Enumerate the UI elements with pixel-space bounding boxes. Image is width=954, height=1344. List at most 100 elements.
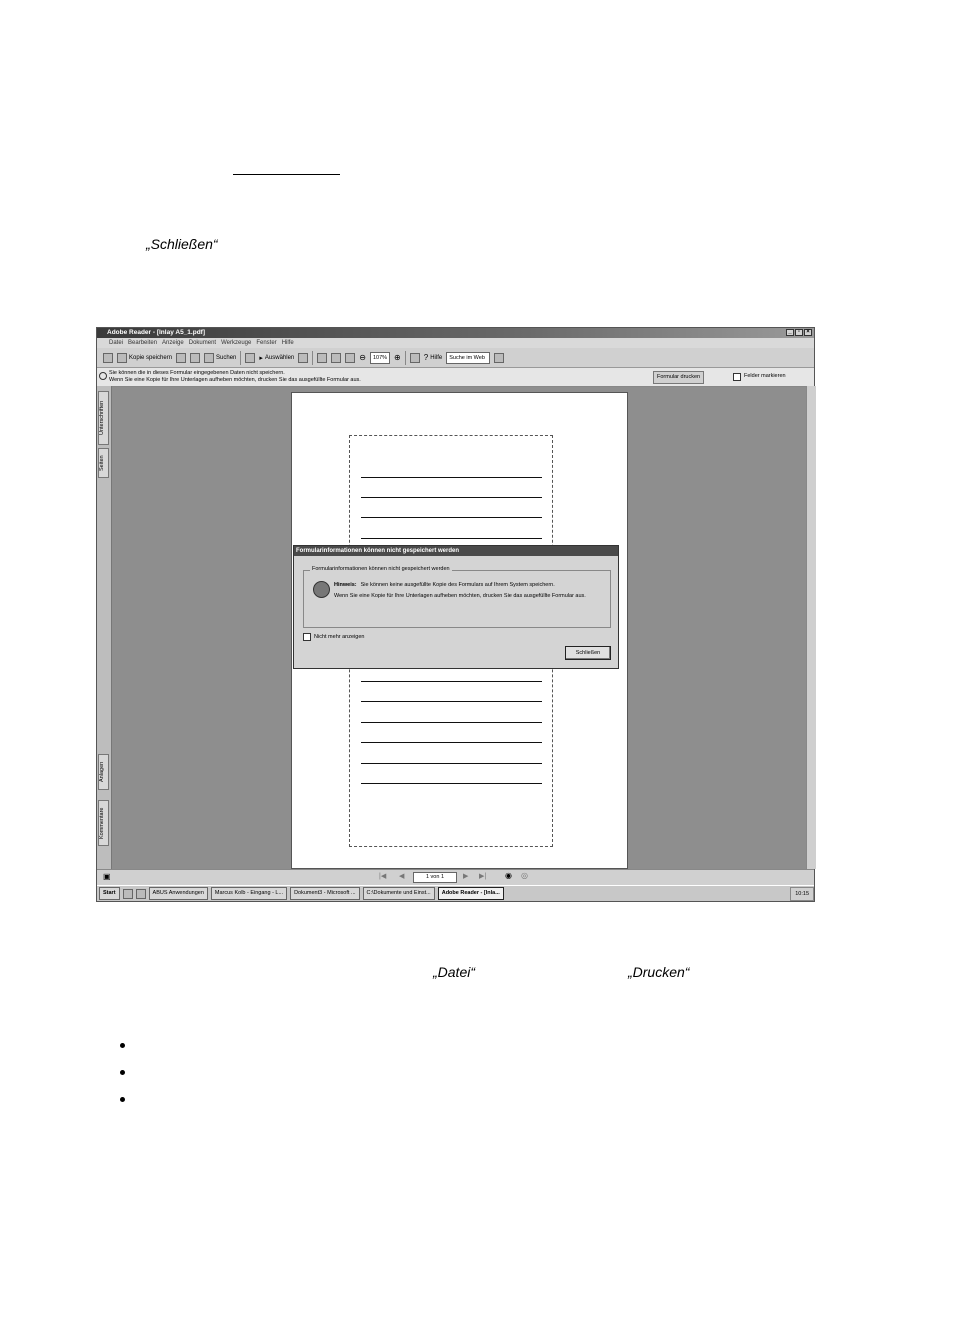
- vertical-scrollbar[interactable]: [806, 386, 816, 869]
- system-tray: 10:15: [790, 886, 814, 901]
- menu-bearbeiten[interactable]: Bearbeiten: [128, 340, 157, 346]
- form-line[interactable]: [361, 763, 542, 764]
- task-abus[interactable]: ABUS Anwendungen: [148, 887, 208, 900]
- drucken-quote: „Drucken“: [628, 964, 690, 980]
- open-icon[interactable]: [103, 352, 113, 363]
- menu-datei[interactable]: Datei: [109, 340, 123, 346]
- toolbar: Kopie speichern Suchen ▸ Auswählen ⊖ 107%…: [97, 348, 814, 368]
- menu-werkzeuge[interactable]: Werkzeuge: [221, 340, 251, 346]
- zoom-field[interactable]: 107%: [369, 351, 391, 364]
- zoom-out-icon[interactable]: ⊖: [359, 353, 366, 362]
- web-search-input[interactable]: Suche im Web: [446, 351, 491, 364]
- dialog-title: Formularinformationen können nicht gespe…: [294, 546, 618, 556]
- help-label: Hilfe: [430, 354, 443, 361]
- form-line[interactable]: [361, 681, 542, 682]
- form-line[interactable]: [361, 517, 542, 518]
- form-line[interactable]: [361, 783, 542, 784]
- hint-label: Hinweis:: [334, 582, 357, 588]
- form-line[interactable]: [361, 722, 542, 723]
- search-label: Suchen: [216, 354, 237, 361]
- task-adobe-reader[interactable]: Adobe Reader - [Inla...: [437, 887, 504, 900]
- status-bar: ▣ |◀ ◀ 1 von 1 ▶ ▶| ◉ ◎: [97, 869, 814, 885]
- page-number-field[interactable]: 1 von 1: [413, 872, 457, 883]
- close-window-button[interactable]: ×: [804, 329, 812, 336]
- hand-tool-icon[interactable]: [245, 352, 256, 363]
- bullet-point: [120, 1043, 125, 1048]
- windows-taskbar: Start ABUS Anwendungen Marcus Kolb - Ein…: [97, 885, 814, 901]
- back-icon[interactable]: ◉: [505, 871, 512, 880]
- form-line[interactable]: [361, 538, 542, 539]
- minimize-button[interactable]: _: [786, 329, 794, 336]
- quicklaunch-icon[interactable]: [122, 888, 133, 899]
- forward-icon[interactable]: ◎: [521, 871, 528, 880]
- form-line[interactable]: [361, 701, 542, 702]
- print-icon[interactable]: [176, 352, 187, 363]
- save-copy-button[interactable]: Kopie speichern: [117, 352, 173, 363]
- dont-show-again-label: Nicht mehr anzeigen: [314, 634, 365, 640]
- dialog-group-title: Formularinformationen können nicht gespe…: [310, 566, 452, 572]
- dialog-text: Wenn Sie eine Kopie für Ihre Unterlagen …: [334, 593, 586, 599]
- next-page-icon[interactable]: ▶: [463, 872, 468, 880]
- prev-page-icon[interactable]: ◀: [399, 872, 404, 880]
- zoom-in-icon[interactable]: ⊕: [394, 353, 401, 362]
- first-page-icon[interactable]: |◀: [379, 872, 386, 880]
- tab-attachments[interactable]: Anlagen: [98, 754, 109, 790]
- fit-width-icon[interactable]: [345, 352, 356, 363]
- start-button[interactable]: Start: [99, 887, 120, 900]
- tab-comments[interactable]: Kommentare: [98, 800, 109, 846]
- quicklaunch-icon[interactable]: [135, 888, 146, 899]
- form-info-icon: [99, 372, 107, 380]
- toolbar-separator: [240, 350, 242, 365]
- schliessen-quote: „Schließen“: [146, 236, 218, 252]
- datei-quote: „Datei“: [433, 964, 476, 980]
- print-form-button[interactable]: Formular drucken: [653, 371, 705, 384]
- bullet-point: [120, 1070, 125, 1075]
- menu-anzeige[interactable]: Anzeige: [162, 340, 184, 346]
- page-layout-icon[interactable]: ▣: [103, 872, 111, 881]
- task-word[interactable]: Dokument3 - Microsoft ...: [290, 887, 360, 900]
- title-bar: Adobe Reader - [Inlay A5_1.pdf] _ ▫ ×: [97, 328, 814, 338]
- checkbox-icon: [303, 633, 311, 641]
- dont-show-again-checkbox[interactable]: Nicht mehr anzeigen: [303, 633, 364, 641]
- save-copy-label: Kopie speichern: [129, 354, 173, 361]
- tab-pages[interactable]: Seiten: [98, 448, 109, 478]
- select-tool-button[interactable]: ▸ Auswählen: [259, 354, 294, 362]
- warning-icon: [313, 581, 330, 598]
- binoculars-icon: [204, 352, 215, 363]
- tab-signatures[interactable]: Unterschriften: [98, 391, 109, 445]
- menu-dokument[interactable]: Dokument: [189, 340, 216, 346]
- document-message-bar: Sie können die in dieses Formular eingeg…: [97, 368, 814, 387]
- bullet-point: [120, 1097, 125, 1102]
- checkbox-icon: [733, 372, 741, 381]
- rotate-icon[interactable]: [409, 352, 420, 363]
- email-icon[interactable]: [190, 352, 201, 363]
- fit-page-icon[interactable]: [331, 352, 342, 363]
- web-search-go-icon[interactable]: [494, 352, 505, 363]
- toolbar-separator: [312, 350, 314, 365]
- menu-hilfe[interactable]: Hilfe: [282, 340, 294, 346]
- form-line[interactable]: [361, 477, 542, 478]
- form-line[interactable]: [361, 742, 542, 743]
- navigation-sidebar: Unterschriften Seiten Anlagen Kommentare: [97, 386, 112, 869]
- help-button[interactable]: ? Hilfe: [424, 353, 442, 362]
- snapshot-icon[interactable]: [298, 352, 309, 363]
- last-page-icon[interactable]: ▶|: [479, 872, 486, 880]
- save-warning-dialog: Formularinformationen können nicht gespe…: [293, 545, 619, 669]
- save-icon: [117, 352, 127, 363]
- help-icon: ?: [423, 353, 429, 362]
- maximize-button[interactable]: ▫: [795, 329, 803, 336]
- close-button[interactable]: Schließen: [565, 646, 611, 660]
- menu-bar: Datei Bearbeiten Anzeige Dokument Werkzeuge F…: [97, 338, 814, 348]
- hint-text: Sie können keine ausgefüllte Kopie des F…: [360, 582, 555, 588]
- cursor-icon: ▸: [259, 354, 263, 362]
- window-controls: _ ▫ ×: [786, 329, 812, 336]
- task-explorer[interactable]: C:\Dokumente und Einst...: [362, 887, 435, 900]
- select-label: Auswählen: [264, 354, 295, 361]
- task-outlook[interactable]: Marcus Kolb - Eingang - L...: [210, 887, 288, 900]
- menu-fenster[interactable]: Fenster: [256, 340, 276, 346]
- form-line[interactable]: [361, 497, 542, 498]
- mark-fields-checkbox[interactable]: Felder markieren: [733, 371, 786, 382]
- zoom-icon[interactable]: [317, 352, 328, 363]
- search-button[interactable]: Suchen: [204, 352, 237, 363]
- message-line-2: Wenn Sie eine Kopie für Ihre Unterlagen …: [109, 377, 361, 383]
